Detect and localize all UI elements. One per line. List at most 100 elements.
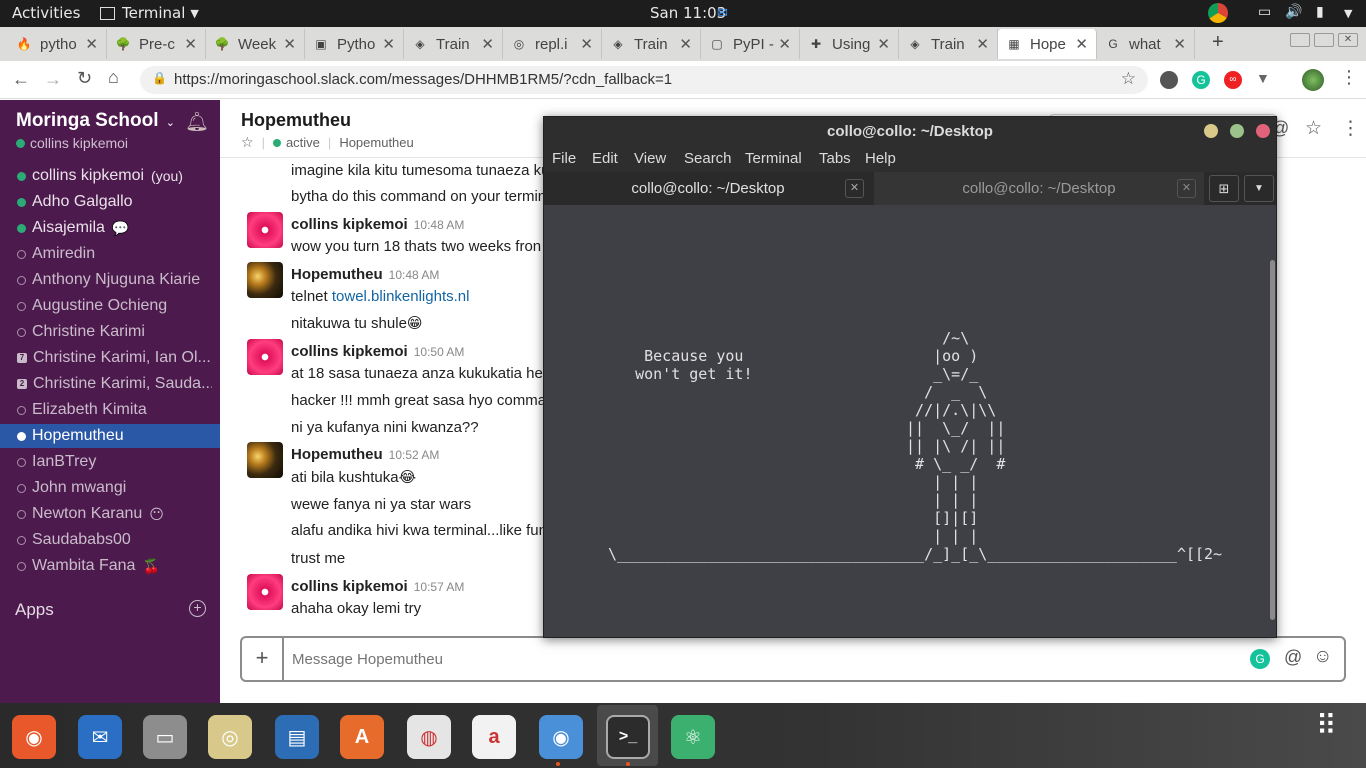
tab-list-chevron-icon[interactable]: ▼	[1244, 175, 1274, 202]
add-app-icon[interactable]: +	[189, 600, 206, 617]
browser-tab[interactable]: ▣ Pytho ✕	[305, 29, 404, 59]
browser-tab[interactable]: 🌳 Week ✕	[206, 29, 305, 59]
avatar[interactable]	[247, 339, 283, 375]
terminal-menu-help[interactable]: Help	[865, 150, 896, 167]
close-tab-icon[interactable]: ✕	[845, 179, 864, 198]
message-input[interactable]	[292, 648, 1192, 670]
browser-tab[interactable]: ◈ Train ✕	[899, 29, 998, 59]
maximize-window-button[interactable]	[1314, 33, 1334, 47]
avatar[interactable]	[247, 262, 283, 298]
terminal-tab-2[interactable]: collo@collo: ~/Desktop ✕	[874, 172, 1204, 205]
terminal-menu-terminal[interactable]: Terminal	[745, 150, 802, 167]
message-author[interactable]: Hopemutheu 10:52 AM	[291, 446, 439, 463]
app-menu[interactable]: Terminal ▼	[100, 4, 199, 22]
mention-icon[interactable]: @	[1284, 647, 1302, 668]
dm-item[interactable]: collins kipkemoi (you)	[17, 164, 212, 188]
atom-icon[interactable]: ⚛	[671, 715, 715, 759]
terminal-icon[interactable]: >_	[606, 715, 650, 759]
emoji-picker-icon[interactable]: ☺	[1313, 646, 1332, 668]
browser-menu-icon[interactable]: ⋮	[1340, 67, 1358, 88]
infinity-extension-icon[interactable]: ∞	[1224, 71, 1242, 89]
message-time[interactable]: 10:50 AM	[414, 345, 465, 359]
help-icon[interactable]: ◍	[407, 715, 451, 759]
dm-item[interactable]: 2 Christine Karimi, Sauda...	[17, 372, 212, 396]
close-tab-icon[interactable]: ✕	[580, 35, 593, 53]
dm-item[interactable]: Elizabeth Kimita	[17, 398, 212, 422]
dm-item[interactable]: Anthony Njuguna Kiarie	[17, 268, 212, 292]
bookmark-star-icon[interactable]: ☆	[1121, 69, 1136, 89]
terminal-scrollbar[interactable]	[1270, 260, 1275, 620]
system-menu-chevron-icon[interactable]: ▼	[1344, 7, 1352, 20]
message-time[interactable]: 10:48 AM	[414, 218, 465, 232]
browser-tab[interactable]: 🌳 Pre-c ✕	[107, 29, 206, 59]
close-tab-icon[interactable]: ✕	[184, 35, 197, 53]
minimize-window-button[interactable]	[1290, 33, 1310, 47]
starred-items-icon[interactable]: ☆	[1305, 117, 1322, 140]
browser-tab[interactable]: ▦ Hope ✕	[998, 29, 1097, 59]
terminal-menu-view[interactable]: View	[634, 150, 666, 167]
close-tab-icon[interactable]: ✕	[877, 35, 890, 53]
dm-item[interactable]: Augustine Ochieng	[17, 294, 212, 318]
close-tab-icon[interactable]: ✕	[481, 35, 494, 53]
avatar[interactable]	[247, 442, 283, 478]
dm-item[interactable]: Wambita Fana 🍒	[17, 554, 212, 578]
browser-tab[interactable]: Gwhat ✕	[1097, 29, 1195, 59]
dm-item[interactable]: John mwangi	[17, 476, 212, 500]
close-tab-icon[interactable]: ✕	[85, 35, 98, 53]
message-author[interactable]: Hopemutheu 10:48 AM	[291, 266, 439, 283]
message-composer[interactable]: + G @ ☺	[240, 636, 1346, 682]
close-tab-icon[interactable]: ✕	[976, 35, 989, 53]
browser-tab[interactable]: ✚ Using ✕	[800, 29, 899, 59]
message-author[interactable]: collins kipkemoi 10:57 AM	[291, 578, 464, 595]
close-tab-icon[interactable]: ✕	[679, 35, 692, 53]
dm-item[interactable]: Christine Karimi	[17, 320, 212, 344]
close-tab-icon[interactable]: ✕	[778, 35, 791, 53]
message-time[interactable]: 10:57 AM	[414, 580, 465, 594]
avatar[interactable]	[247, 574, 283, 610]
dm-item[interactable]: Saudababs00	[17, 528, 212, 552]
dm-item[interactable]: Amiredin	[17, 242, 212, 266]
screen-icon[interactable]: ▭	[1258, 4, 1271, 20]
notifications-bell-icon[interactable]: 🔔︎	[185, 110, 209, 134]
address-bar[interactable]: 🔒 https://moringaschool.slack.com/messag…	[140, 66, 1148, 94]
author-name[interactable]: Hopemutheu	[291, 446, 383, 463]
close-tab-icon[interactable]: ✕	[283, 35, 296, 53]
star-icon[interactable]: ☆	[241, 134, 254, 151]
chromium-icon[interactable]: ◉	[539, 715, 583, 759]
terminal-output[interactable]: /~\ Because you |oo ) won't get it! _\=/…	[544, 205, 1276, 637]
browser-tab[interactable]: 🔥 pytho ✕	[8, 29, 107, 59]
new-tab-button[interactable]: +	[1212, 31, 1224, 54]
close-terminal-button[interactable]	[1256, 124, 1270, 138]
back-arrow-icon[interactable]: ←	[12, 69, 30, 90]
message-time[interactable]: 10:52 AM	[389, 448, 440, 462]
avatar[interactable]	[247, 212, 283, 248]
reload-icon[interactable]: ↻	[77, 68, 92, 89]
browser-tab[interactable]: ◎ repl.i ✕	[503, 29, 602, 59]
home-icon[interactable]: ⌂	[108, 67, 119, 88]
volume-icon[interactable]: 🔊	[1285, 4, 1302, 20]
amazon-icon[interactable]: a	[472, 715, 516, 759]
channel-title[interactable]: Hopemutheu	[241, 110, 351, 131]
message-author[interactable]: collins kipkemoi 10:50 AM	[291, 343, 464, 360]
forward-arrow-icon[interactable]: →	[44, 69, 62, 90]
grammarly-icon[interactable]: G	[1250, 649, 1270, 669]
close-tab-icon[interactable]: ✕	[1177, 179, 1196, 198]
more-options-icon[interactable]: ⋮	[1341, 117, 1360, 140]
minimize-terminal-button[interactable]	[1204, 124, 1218, 138]
terminal-menu-search[interactable]: Search	[684, 150, 732, 167]
maximize-terminal-button[interactable]	[1230, 124, 1244, 138]
firefox-icon[interactable]: ◉	[12, 715, 56, 759]
close-tab-icon[interactable]: ✕	[1173, 35, 1186, 53]
vpn-extension-icon[interactable]: ▼	[1256, 70, 1270, 86]
dm-item[interactable]: Hopemutheu	[0, 424, 220, 448]
dm-item[interactable]: Newton Karanu 😶	[17, 502, 212, 526]
author-name[interactable]: collins kipkemoi	[291, 216, 408, 233]
terminal-window[interactable]: collo@collo: ~/Desktop File Edit View Searc…	[543, 116, 1277, 638]
terminal-title-bar[interactable]: collo@collo: ~/Desktop	[544, 117, 1276, 146]
author-name[interactable]: collins kipkemoi	[291, 343, 408, 360]
thunderbird-icon[interactable]: ✉	[78, 715, 122, 759]
apps-heading[interactable]: Apps	[15, 600, 54, 620]
terminal-menu-file[interactable]: File	[552, 150, 576, 167]
close-tab-icon[interactable]: ✕	[382, 35, 395, 53]
terminal-menu-tabs[interactable]: Tabs	[819, 150, 851, 167]
